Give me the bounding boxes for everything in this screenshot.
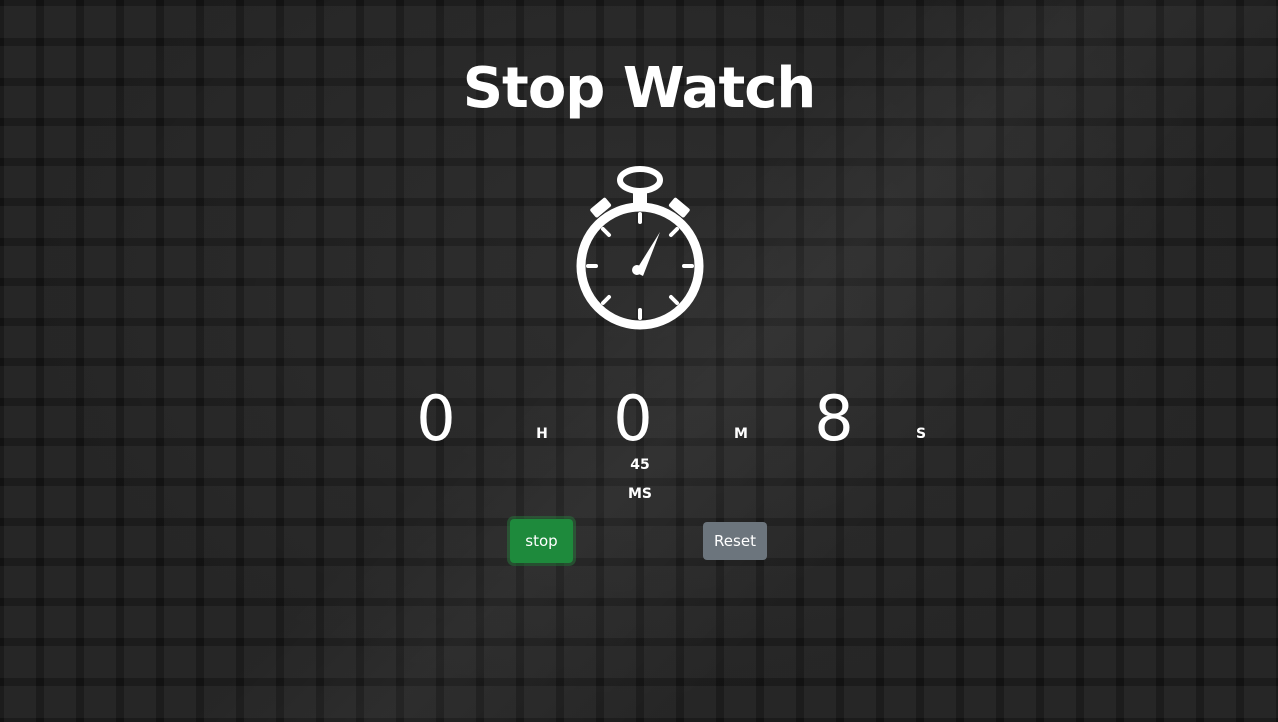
hours-unit-label: H [536, 426, 548, 442]
minutes-value: 0 [613, 382, 653, 455]
seconds-value: 8 [814, 382, 854, 455]
reset-button[interactable]: Reset [703, 522, 767, 560]
milliseconds-unit-label: MS [627, 486, 652, 502]
minutes-unit-label: M [734, 426, 748, 442]
stopwatch-icon [574, 166, 706, 332]
seconds-unit-label: S [915, 426, 927, 442]
milliseconds-value: 45 [630, 457, 650, 473]
page-title: Stop Watch [462, 56, 817, 121]
hours-value: 0 [416, 382, 456, 455]
stop-button[interactable]: stop [510, 519, 573, 563]
